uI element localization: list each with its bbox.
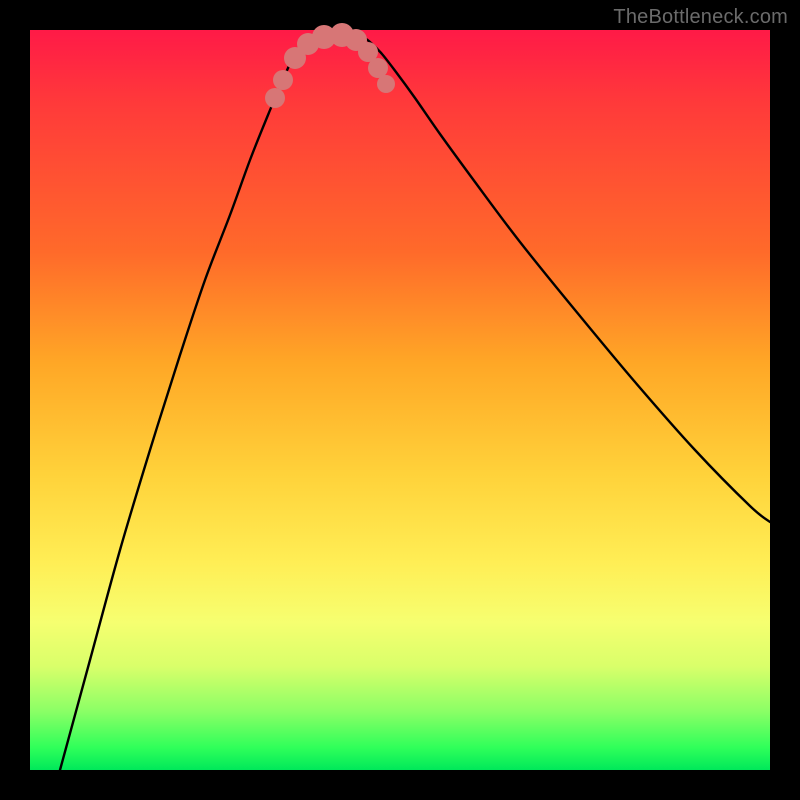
marker-dot-9 xyxy=(377,75,395,93)
chart-svg xyxy=(30,30,770,770)
chart-frame: TheBottleneck.com xyxy=(0,0,800,800)
marker-dot-0 xyxy=(265,88,285,108)
marker-dot-8 xyxy=(368,58,388,78)
curve-right-curve xyxy=(360,35,770,522)
curves-group xyxy=(60,33,770,770)
marker-dot-1 xyxy=(273,70,293,90)
curve-left-curve xyxy=(60,35,325,770)
watermark-text: TheBottleneck.com xyxy=(613,6,788,29)
markers-group xyxy=(265,23,395,108)
plot-area xyxy=(30,30,770,770)
